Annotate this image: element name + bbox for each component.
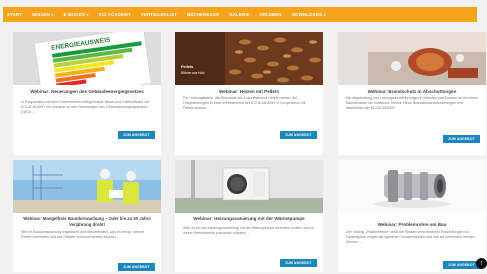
nav-item-buecherecke[interactable]: BÜCHERECKE (187, 12, 219, 17)
card-excerpt: Wie ihr Bauüberwachung organisiert und d… (21, 230, 145, 239)
arrow-up-circle-icon[interactable]: ↑ (476, 258, 487, 269)
zum-angebot-button[interactable]: ZUM ANGEBOT (118, 263, 155, 271)
card-excerpt: In Kooperation mit dem Unternehmen Heili… (21, 100, 150, 114)
zum-angebot-button[interactable]: ZUM ANGEBOT (280, 259, 317, 267)
card-title[interactable]: Webinar: Neuerungen des Gebäudeenergiege… (17, 89, 157, 95)
nav-item-downloads[interactable]: DOWNLOADS ▾ (292, 12, 326, 17)
card-pellets: Pellets Wärme aus Holz Webinar: Heizen m… (175, 32, 323, 155)
card-title[interactable]: Webinar: Brandschutz in Abschottungen (342, 89, 482, 95)
nav-item-verteilerlist[interactable]: VERTEILERLIST (141, 12, 177, 17)
card-title[interactable]: Webinar: Mangelfreie Bauüberwachung – Od… (17, 216, 157, 228)
nav-item-wissen[interactable]: WISSEN ▾ (32, 12, 54, 17)
nav-item-kci-academy[interactable]: KCI ACADEMY (99, 12, 131, 17)
card-waermepumpe: Webinar: Heizungssanierung mit der Wärme… (175, 160, 323, 272)
card-title[interactable]: Webinar: Problemrohre am Bau (342, 222, 482, 228)
card-image-problemrohre[interactable] (338, 160, 486, 213)
zum-angebot-button[interactable]: ZUM ANGEBOT (443, 261, 480, 269)
chevron-down-icon: ▾ (51, 12, 54, 17)
chevron-down-icon: ▾ (86, 12, 89, 17)
nav-item-start[interactable]: START (7, 12, 22, 17)
card-brandschutz: Webinar: Brandschutz in Abschottungen Di… (338, 32, 486, 155)
page: START WISSEN ▾ E-BOOKS ▾ KCI ACADEMY VERTE… (0, 0, 487, 274)
card-title[interactable]: Webinar: Heizungssanierung mit der Wärme… (179, 216, 319, 222)
zum-angebot-button[interactable]: ZUM ANGEBOT (443, 135, 480, 143)
pellets-subcaption: Wärme aus Holz (181, 71, 205, 75)
zum-angebot-button[interactable]: ZUM ANGEBOT (118, 131, 155, 139)
main-nav: START WISSEN ▾ E-BOOKS ▾ KCI ACADEMY VERTE… (3, 7, 477, 22)
card-excerpt: Der Vortrag „Problemrohre“ stellt die Ri… (346, 230, 475, 244)
card-image-pellets[interactable]: Pellets Wärme aus Holz (175, 32, 323, 85)
card-energieausweis: ENERGIEAUSWEIS Webinar: Neuerungen des G… (13, 32, 161, 155)
card-image-waermepumpe[interactable] (175, 160, 323, 213)
card-image-energieausweis[interactable]: ENERGIEAUSWEIS (13, 32, 161, 85)
nav-item-e-books[interactable]: E-BOOKS ▾ (64, 12, 89, 17)
card-bauueberwachung: Webinar: Mangelfreie Bauüberwachung – Od… (13, 160, 161, 272)
nav-item-erleben[interactable]: ERLEBEN (260, 12, 282, 17)
card-excerpt: Für Heizungsbauer, die Biomasse als Zuku… (183, 96, 306, 110)
zum-angebot-button[interactable]: ZUM ANGEBOT (280, 131, 317, 139)
pellets-caption: Pellets (181, 65, 193, 69)
card-image-bauueberwachung[interactable] (13, 160, 161, 213)
chevron-down-icon: ▾ (323, 12, 326, 17)
card-title[interactable]: Webinar: Heizen mit Pellets (179, 89, 319, 95)
card-image-brandschutz[interactable] (338, 32, 486, 85)
card-excerpt: Die Abschottung von Leitungsdurchführung… (346, 96, 478, 110)
nav-item-galerie[interactable]: GALERIE (229, 12, 250, 17)
card-excerpt: Was ihr bei der Heizungssanierung mit de… (183, 226, 314, 235)
card-problemrohre: Webinar: Problemrohre am Bau Der Vortrag… (338, 160, 486, 272)
